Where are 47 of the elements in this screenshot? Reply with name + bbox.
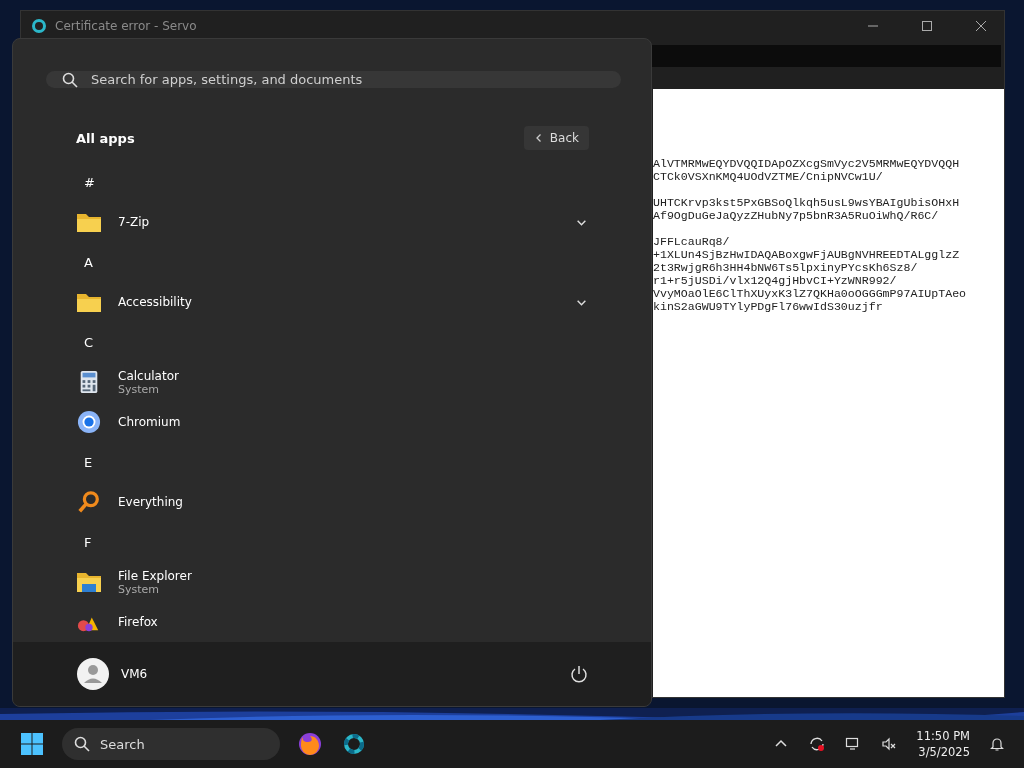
certificate-line: +1XLUn4SjBzHwIDAQABoxgwFjAUBgNVHREEDTALgglzZ	[653, 248, 960, 261]
maximize-icon[interactable]	[921, 20, 933, 32]
certificate-line: Af9OgDuGeJaQyzZHubNy7p5bnR3A5RuOiWhQ/R6C/	[653, 209, 939, 222]
close-icon[interactable]	[975, 20, 987, 32]
speaker-muted-icon[interactable]	[881, 736, 898, 752]
magnifier-icon	[76, 490, 102, 514]
group-letter[interactable]: #	[84, 174, 95, 190]
clock-date[interactable]: 3/5/2025	[918, 744, 970, 760]
user-button[interactable]: VM6	[77, 658, 148, 690]
back-button[interactable]: Back	[523, 126, 589, 150]
group-letter[interactable]: C	[84, 334, 94, 350]
group-letter[interactable]: E	[84, 454, 93, 470]
app-item[interactable]: 7-Zip	[76, 202, 589, 242]
certificate-line: CTCk0VSXnKMQ4UOdVZTME/CnipNVCw1U/	[653, 170, 883, 183]
app-item[interactable]: File Explorer System	[76, 562, 589, 602]
power-icon[interactable]	[569, 664, 589, 684]
certificate-line: VvyMOaOlE6ClThXUyxK3lZ7QKHa0oOGGGmP97AIUpTAeo	[653, 287, 967, 300]
search-field[interactable]: Search for apps, settings, and documents	[46, 71, 621, 88]
globe-icon	[76, 410, 102, 434]
search-icon	[74, 736, 90, 752]
certificate-line: 2t3RwjgR6h3HH4bNW6Ts5lpxinyPYcsKh6Sz8/	[653, 261, 918, 274]
search-label: Search	[100, 736, 145, 752]
app-item[interactable]: Chromium	[76, 402, 589, 442]
certificate-line: kinS2aGWU9TYlyPDgFl76wwIdS30uzjfr	[653, 300, 883, 313]
window-title: Certificate error - Servo	[55, 19, 197, 33]
sync-icon[interactable]	[809, 736, 826, 752]
ring-icon[interactable]	[342, 732, 366, 756]
search-icon	[62, 71, 78, 88]
app-item[interactable]: Firefox	[76, 602, 589, 642]
section-heading: All apps	[76, 130, 135, 146]
clock-time[interactable]: 11:50 PM	[916, 728, 970, 744]
group-letter[interactable]: A	[84, 254, 93, 270]
app-item[interactable]: Accessibility	[76, 282, 589, 322]
windows-icon[interactable]	[20, 732, 44, 756]
app-item[interactable]: Everything	[76, 482, 589, 522]
taskbar-search[interactable]: Search	[62, 728, 280, 760]
folder-icon	[76, 570, 102, 594]
app-item[interactable]: Calculator System	[76, 362, 589, 402]
app-icon	[31, 18, 47, 34]
certificate-line: UHTCKrvp3kst5PxGBSoQlkqh5usL9wsYBAIgUbisOHxH	[653, 196, 960, 209]
certificate-line: r1+r5jUSDi/vlx12Q4gjHbvCI+YzWNR992/	[653, 274, 897, 287]
fox-icon[interactable]	[298, 732, 322, 756]
avatar-icon	[77, 658, 109, 690]
group-letter[interactable]: F	[84, 534, 92, 550]
certificate-line: AlVTMRMwEQYDVQQIDApOZXcgSmVyc2V5MRMwEQYDVQQH	[653, 157, 960, 170]
certificate-line: JFFLcauRq8/	[653, 235, 730, 248]
bell-icon[interactable]	[989, 736, 1005, 752]
